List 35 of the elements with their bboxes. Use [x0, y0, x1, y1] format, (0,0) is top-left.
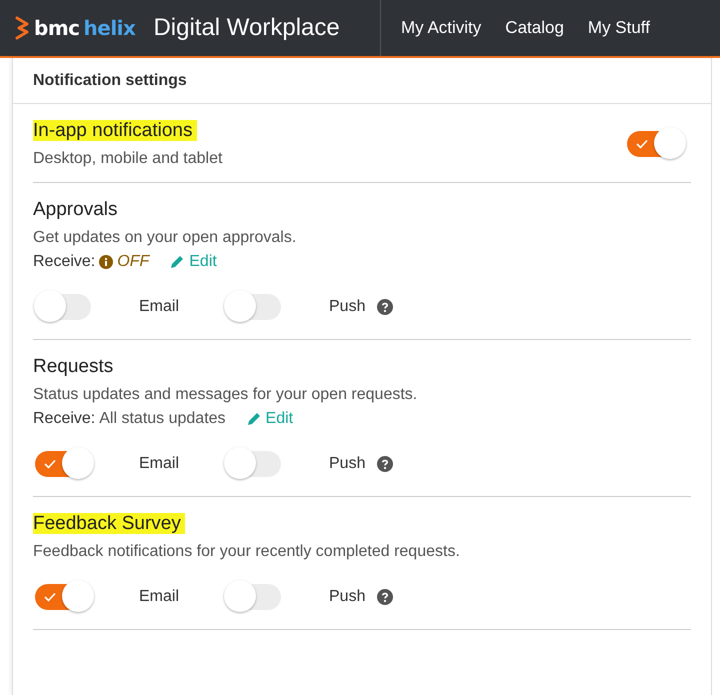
receive-value: All status updates	[99, 410, 226, 428]
section-title: Requests	[33, 356, 114, 377]
section-description: Desktop, mobile and tablet	[33, 150, 222, 168]
pencil-icon	[246, 411, 262, 427]
check-icon	[636, 139, 648, 149]
section-title: Feedback Survey	[33, 513, 185, 534]
section-title: Approvals	[33, 199, 118, 220]
nav-link[interactable]: My Stuff	[588, 18, 650, 38]
app-title: Digital Workplace	[153, 14, 340, 42]
receive-label: Receive:	[33, 253, 96, 271]
help-icon[interactable]	[377, 299, 394, 315]
section-description: Feedback notifications for your recently completed requests.	[33, 543, 461, 561]
channel-label: Push	[329, 588, 366, 606]
channel-label: Email	[139, 455, 180, 473]
panel-title: Notification settings	[13, 58, 711, 104]
section-description: Status updates and messages for your open requests.	[33, 386, 418, 404]
check-icon	[44, 592, 56, 602]
channel-label: Push	[329, 455, 366, 473]
pencil-icon	[169, 254, 186, 270]
section-title: In-app notifications	[33, 120, 196, 141]
channel-label: Email	[139, 298, 180, 316]
nav-link[interactable]: Catalog	[505, 18, 564, 38]
receive-value: OFF	[117, 253, 150, 271]
help-icon[interactable]	[377, 589, 394, 605]
channel-label: Push	[329, 298, 366, 316]
logo-brand: bmc	[34, 16, 80, 40]
receive-label: Receive:	[33, 410, 96, 428]
help-icon[interactable]	[377, 456, 394, 472]
check-icon	[44, 459, 56, 469]
channel-label: Email	[139, 588, 180, 606]
section-description: Get updates on your open approvals.	[33, 229, 298, 247]
logo-product: helix	[84, 16, 136, 40]
nav-link[interactable]: My Activity	[401, 18, 482, 38]
logo-icon	[14, 16, 30, 40]
info-icon	[99, 255, 114, 269]
